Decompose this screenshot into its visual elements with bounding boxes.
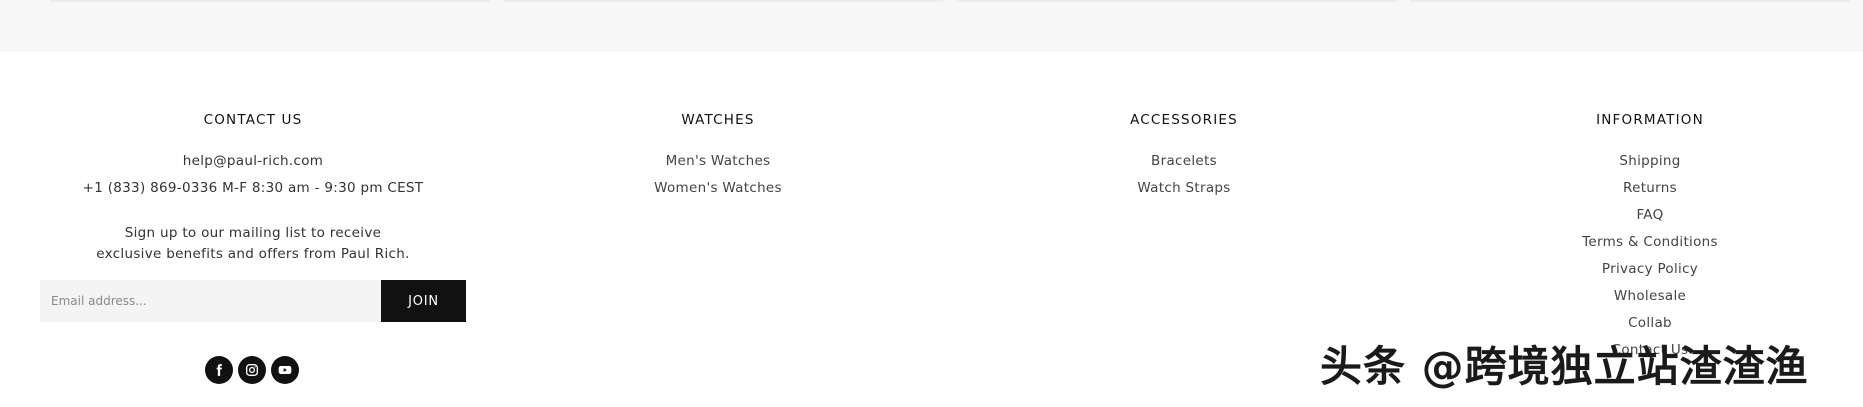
contact-title: CONTACT US [203,112,303,128]
contact-phone: +1 (833) 869-0336 M-F 8:30 am - 9:30 pm … [82,180,424,196]
facebook-icon[interactable] [205,356,233,384]
footer-link-returns[interactable]: Returns [1498,175,1802,202]
product-card-edge [50,0,490,2]
accessories-title: ACCESSORIES [1130,112,1238,128]
email-input[interactable] [40,280,381,322]
instagram-icon[interactable] [238,356,266,384]
top-band [0,0,1863,52]
information-title: INFORMATION [1596,112,1704,128]
product-card-edge [1410,0,1850,2]
footer-link-mens-watches[interactable]: Men's Watches [566,148,870,175]
signup-text: Sign up to our mailing list to receive e… [40,223,466,265]
accessories-column: ACCESSORIES Bracelets Watch Straps [1032,112,1336,202]
footer-link-shipping[interactable]: Shipping [1498,148,1802,175]
footer-link-womens-watches[interactable]: Women's Watches [566,175,870,202]
product-card-edge [957,0,1397,2]
footer-link-collab[interactable]: Collab [1498,310,1802,337]
contact-column: CONTACT US help@paul-rich.com +1 (833) 8… [40,112,466,265]
contact-email[interactable]: help@paul-rich.com [40,148,466,175]
join-button[interactable]: JOIN [381,280,466,322]
youtube-icon[interactable] [271,356,299,384]
footer-link-wholesale[interactable]: Wholesale [1498,283,1802,310]
product-card-edge [503,0,943,2]
footer-link-faq[interactable]: FAQ [1498,202,1802,229]
footer-link-privacy[interactable]: Privacy Policy [1498,256,1802,283]
watches-column: WATCHES Men's Watches Women's Watches [566,112,870,202]
watches-title: WATCHES [681,112,755,128]
footer-link-watch-straps[interactable]: Watch Straps [1032,175,1336,202]
footer-link-bracelets[interactable]: Bracelets [1032,148,1336,175]
watermark: 头条 @跨境独立站渣渣渔 [1320,342,1809,391]
social-links [205,356,299,384]
signup-line: Sign up to our mailing list to receive [124,225,382,241]
footer-link-terms[interactable]: Terms & Conditions [1498,229,1802,256]
information-column: INFORMATION Shipping Returns FAQ Terms &… [1498,112,1802,364]
signup-line: exclusive benefits and offers from Paul … [96,246,410,262]
newsletter-form: JOIN [40,280,466,322]
